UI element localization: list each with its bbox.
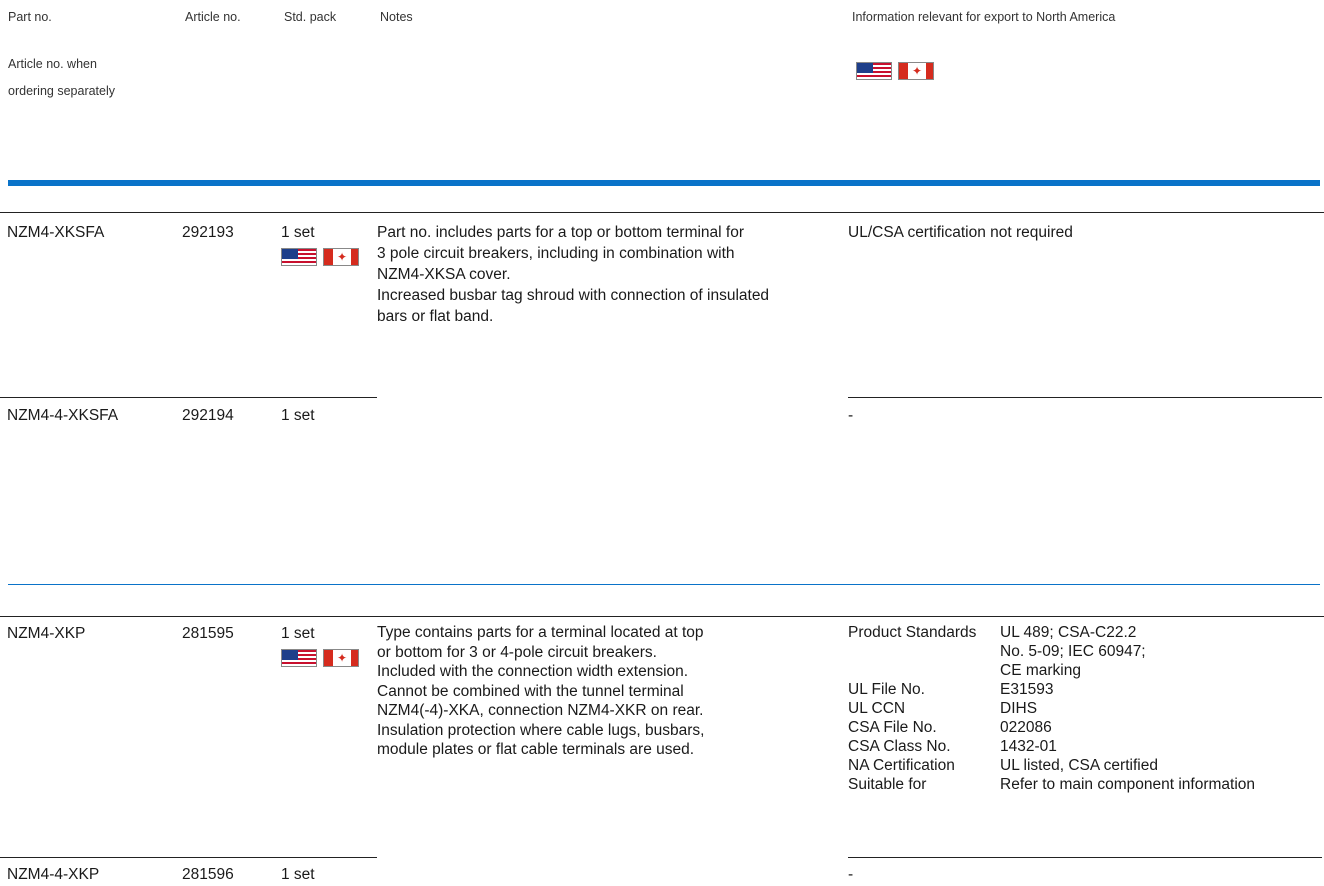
row-flags: ✦ [281, 649, 359, 667]
row-top-border [0, 616, 1324, 617]
part-no: NZM4-XKP [7, 625, 86, 642]
spec-value: DIHS [1000, 700, 1038, 717]
section-divider [8, 584, 1320, 585]
notes: Type contains parts for a terminal locat… [377, 623, 704, 760]
row-separator [848, 397, 1322, 398]
notes-line: Part no. includes parts for a top or bot… [377, 224, 745, 241]
spec-table: Product Standards UL 489; CSA-C22.2 No. 5… [848, 623, 1255, 794]
notes-line: 3 pole circuit breakers, including in co… [377, 245, 735, 262]
spec-label: Product Standards [848, 624, 977, 641]
part-no: NZM4-4-XKSFA [7, 407, 119, 424]
article-no: 292194 [182, 407, 234, 424]
header-part-no: Part no. [8, 10, 52, 24]
row-flags: ✦ [281, 248, 359, 266]
canada-flag-icon: ✦ [898, 62, 934, 80]
notes-line: Included with the connection width exten… [377, 663, 689, 680]
us-flag-icon [856, 62, 892, 80]
article-no: 281596 [182, 866, 234, 883]
export-info: - [848, 407, 854, 424]
header-export-info: Information relevant for export to North… [852, 10, 1116, 24]
header-notes: Notes [380, 10, 413, 24]
header-divider [8, 180, 1320, 186]
header-article-separately-line2: ordering separately [8, 84, 116, 98]
notes-line: NZM4(-4)-XKA, connection NZM4-XKR on rea… [377, 702, 704, 719]
notes-line: Insulation protection where cable lugs, … [377, 721, 705, 739]
part-no: NZM4-4-XKP [7, 866, 100, 883]
row-separator [0, 397, 377, 398]
std-pack: 1 set [281, 224, 315, 241]
export-info: - [848, 866, 854, 883]
std-pack: 1 set [281, 866, 315, 883]
notes-line: or bottom for 3 or 4-pole circuit breake… [377, 643, 657, 661]
spec-label: UL CCN [848, 700, 906, 717]
spec-value: 022086 [1000, 719, 1052, 736]
notes-line: Cannot be combined with the tunnel termi… [377, 682, 684, 700]
row-top-border [0, 212, 1324, 213]
canada-flag-icon: ✦ [323, 649, 359, 667]
spec-value: Refer to main component information [1000, 776, 1256, 793]
notes-line: bars or flat band. [377, 308, 494, 325]
header-flags: ✦ [856, 62, 934, 80]
notes-line: NZM4-XKSA cover. [377, 266, 511, 283]
spec-label: CSA Class No. [848, 738, 951, 755]
spec-label: NA Certification [848, 757, 955, 774]
spec-label: UL File No. [848, 681, 925, 698]
notes: Part no. includes parts for a top or bot… [377, 222, 769, 327]
notes-line: module plates or flat cable terminals ar… [377, 741, 695, 758]
spec-value: UL 489; CSA-C22.2 No. 5-09; IEC 60947; C… [1000, 624, 1146, 679]
row-separator [0, 857, 377, 858]
spec-value: UL listed, CSA certified [1000, 757, 1158, 774]
spec-value: 1432-01 [1000, 738, 1057, 755]
article-no: 281595 [182, 625, 234, 642]
us-flag-icon [281, 248, 317, 266]
article-no: 292193 [182, 224, 234, 241]
header-article-separately-line1: Article no. when [8, 57, 97, 71]
header-article-no: Article no. [185, 10, 241, 24]
spec-label: CSA File No. [848, 719, 937, 736]
notes-line: Increased busbar tag shroud with connect… [377, 287, 770, 304]
notes-line: Type contains parts for a terminal locat… [377, 624, 704, 641]
canada-flag-icon: ✦ [323, 248, 359, 266]
us-flag-icon [281, 649, 317, 667]
std-pack: 1 set [281, 407, 315, 424]
part-no: NZM4-XKSFA [7, 224, 105, 241]
export-info: UL/CSA certification not required [848, 224, 1073, 241]
row-separator [848, 857, 1322, 858]
spec-value: E31593 [1000, 681, 1054, 698]
spec-label: Suitable for [848, 776, 927, 793]
header-std-pack: Std. pack [284, 10, 337, 24]
std-pack: 1 set [281, 625, 315, 642]
